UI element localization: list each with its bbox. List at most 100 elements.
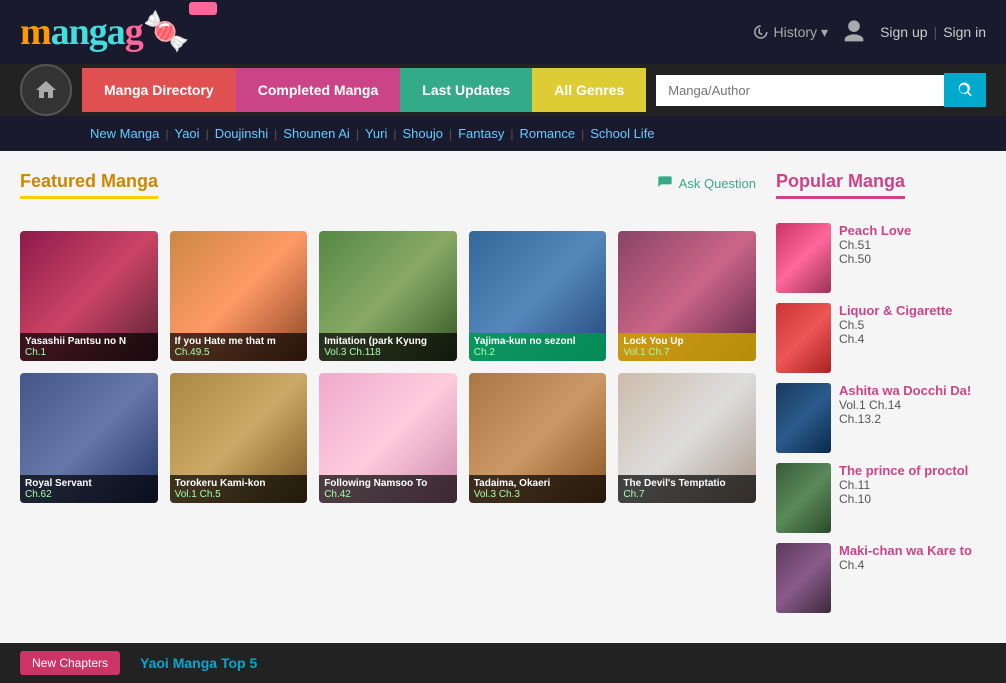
manga-badge-5: Lock You Up Vol.1 Ch.7 [618,333,756,361]
manga-card-8[interactable]: Following Namsoo To Ch.42 [319,373,457,503]
popular-thumb-1 [776,223,831,293]
new-chapters-button[interactable]: New Chapters [20,651,120,675]
genre-nav: New Manga | Yaoi | Doujinshi | Shounen A… [0,116,1006,151]
manga-title-2: If you Hate me that m [175,336,303,347]
popular-ch1-2: Ch.5 [839,318,952,332]
popular-manga-title-5[interactable]: Maki-chan wa Kare to [839,543,972,558]
popular-thumb-4 [776,463,831,533]
history-icon [751,23,769,41]
manga-card-10[interactable]: The Devil's Temptatio Ch.7 [618,373,756,503]
logo[interactable]: mangag🍬 beta [20,10,189,54]
manga-title-8: Following Namsoo To [324,478,452,489]
genre-romance[interactable]: Romance [519,126,575,141]
signin-link[interactable]: Sign in [943,24,986,40]
manga-ch-4: Ch.2 [474,347,602,358]
history-dropdown-icon[interactable]: ▾ [821,24,828,41]
manga-badge-3: Imitation (park Kyung Vol.3 Ch.118 [319,333,457,361]
bottom-bar: New Chapters Yaoi Manga Top 5 [0,643,1006,683]
manga-ch-3: Vol.3 Ch.118 [324,347,452,358]
popular-item-5[interactable]: Maki-chan wa Kare to Ch.4 [776,543,986,613]
chat-icon [657,175,673,191]
home-button[interactable] [20,64,72,116]
popular-ch1-5: Ch.4 [839,558,972,572]
popular-item-4[interactable]: The prince of proctol Ch.11 Ch.10 [776,463,986,533]
manga-card-9[interactable]: Tadaima, Okaeri Vol.3 Ch.3 [469,373,607,503]
ask-question-label: Ask Question [679,176,756,191]
manga-ch-7: Vol.1 Ch.5 [175,489,303,500]
manga-badge-6: Royal Servant Ch.62 [20,475,158,503]
manga-card-1[interactable]: Yasashii Pantsu no N Ch.1 [20,231,158,361]
genre-doujinshi[interactable]: Doujinshi [215,126,268,141]
search-icon [956,81,974,99]
popular-item-3[interactable]: Ashita wa Docchi Da! Vol.1 Ch.14 Ch.13.2 [776,383,986,453]
tab-manga-directory[interactable]: Manga Directory [82,68,236,112]
genre-fantasy[interactable]: Fantasy [458,126,504,141]
tab-completed-manga[interactable]: Completed Manga [236,68,401,112]
popular-thumb-2 [776,303,831,373]
manga-card-6[interactable]: Royal Servant Ch.62 [20,373,158,503]
popular-manga-title-4[interactable]: The prince of proctol [839,463,968,478]
popular-info-5: Maki-chan wa Kare to Ch.4 [839,543,972,572]
manga-title-6: Royal Servant [25,478,153,489]
popular-info-3: Ashita wa Docchi Da! Vol.1 Ch.14 Ch.13.2 [839,383,971,426]
history-label: History [773,24,817,40]
popular-manga-title-2[interactable]: Liquor & Cigarette [839,303,952,318]
manga-ch-1: Ch.1 [25,347,153,358]
manga-card-3[interactable]: Imitation (park Kyung Vol.3 Ch.118 [319,231,457,361]
manga-ch-9: Vol.3 Ch.3 [474,489,602,500]
popular-ch2-1: Ch.50 [839,252,911,266]
manga-ch-10: Ch.7 [623,489,751,500]
ask-question-button[interactable]: Ask Question [657,175,756,191]
popular-thumb-5 [776,543,831,613]
header-right: History ▾ Sign up | Sign in [751,18,986,46]
yaoi-top-link[interactable]: Yaoi Manga Top 5 [140,655,257,671]
manga-title-7: Torokeru Kami-kon [175,478,303,489]
manga-title-5: Lock You Up [623,336,751,347]
genre-school-life[interactable]: School Life [590,126,654,141]
popular-ch1-4: Ch.11 [839,478,968,492]
auth-separator: | [934,24,938,40]
featured-title: Featured Manga [20,171,158,199]
manga-card-7[interactable]: Torokeru Kami-kon Vol.1 Ch.5 [170,373,308,503]
manga-card-2[interactable]: If you Hate me that m Ch.49.5 [170,231,308,361]
search-button[interactable] [944,73,986,107]
genre-shounen-ai[interactable]: Shounen Ai [283,126,350,141]
main-content: Featured Manga Ask Question Yasashii Pan… [0,151,1006,643]
search-input[interactable] [656,75,944,106]
featured-manga-grid: Yasashii Pantsu no N Ch.1 If you Hate me… [20,231,756,503]
manga-badge-9: Tadaima, Okaeri Vol.3 Ch.3 [469,475,607,503]
tab-all-genres[interactable]: All Genres [532,68,646,112]
genre-yaoi[interactable]: Yaoi [175,126,200,141]
manga-title-3: Imitation (park Kyung [324,336,452,347]
popular-item-1[interactable]: Peach Love Ch.51 Ch.50 [776,223,986,293]
popular-manga-title-3[interactable]: Ashita wa Docchi Da! [839,383,971,398]
manga-badge-1: Yasashii Pantsu no N Ch.1 [20,333,158,361]
beta-badge: beta [189,2,218,15]
manga-badge-10: The Devil's Temptatio Ch.7 [618,475,756,503]
genre-shoujo[interactable]: Shoujo [402,126,442,141]
manga-badge-7: Torokeru Kami-kon Vol.1 Ch.5 [170,475,308,503]
manga-ch-8: Ch.42 [324,489,452,500]
popular-ch1-3: Vol.1 Ch.14 [839,398,971,412]
nav-tabs: Manga Directory Completed Manga Last Upd… [0,64,1006,116]
popular-ch1-1: Ch.51 [839,238,911,252]
manga-card-4[interactable]: Yajima-kun no sezonl Ch.2 [469,231,607,361]
manga-badge-2: If you Hate me that m Ch.49.5 [170,333,308,361]
popular-manga-title-1[interactable]: Peach Love [839,223,911,238]
manga-ch-2: Ch.49.5 [175,347,303,358]
featured-header: Featured Manga Ask Question [20,171,756,215]
auth-links: Sign up | Sign in [880,24,986,40]
manga-badge-4: Yajima-kun no sezonl Ch.2 [469,333,607,361]
popular-title: Popular Manga [776,171,905,199]
genre-new-manga[interactable]: New Manga [90,126,159,141]
genre-yuri[interactable]: Yuri [365,126,387,141]
history-button[interactable]: History ▾ [751,23,828,41]
popular-item-2[interactable]: Liquor & Cigarette Ch.5 Ch.4 [776,303,986,373]
popular-ch2-2: Ch.4 [839,332,952,346]
manga-card-5[interactable]: Lock You Up Vol.1 Ch.7 [618,231,756,361]
tab-last-updates[interactable]: Last Updates [400,68,532,112]
manga-title-9: Tadaima, Okaeri [474,478,602,489]
signup-link[interactable]: Sign up [880,24,927,40]
manga-title-10: The Devil's Temptatio [623,478,751,489]
search-area [646,73,986,107]
